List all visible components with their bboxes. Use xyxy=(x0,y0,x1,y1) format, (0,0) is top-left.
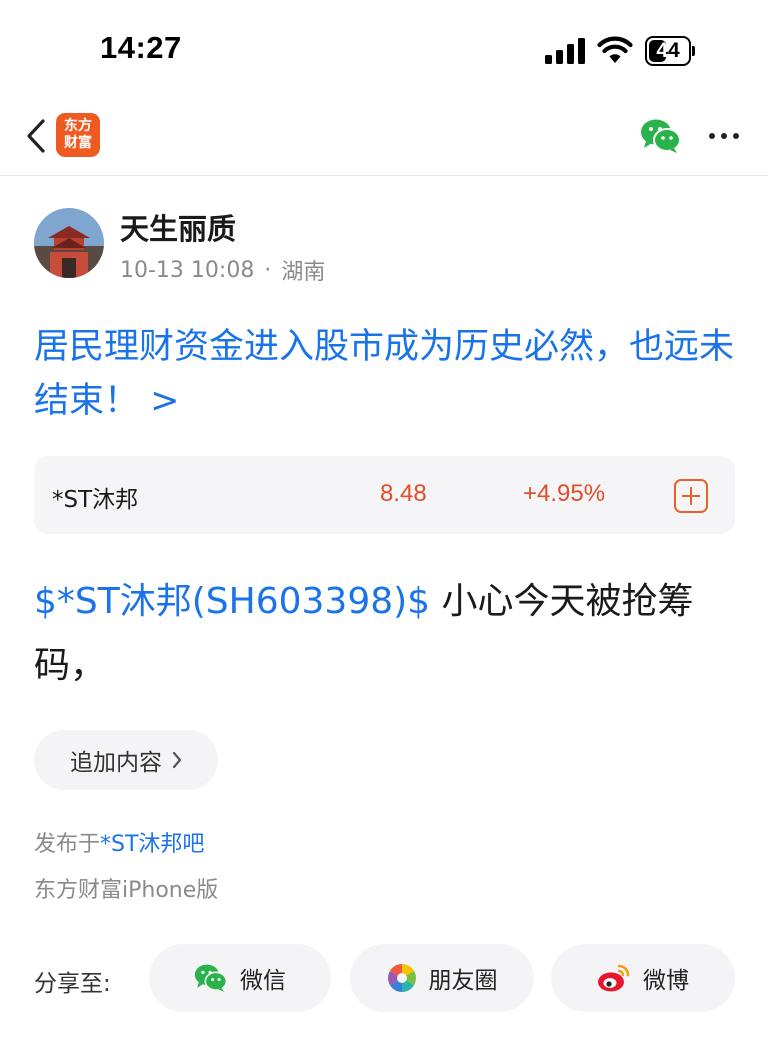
post-title-link[interactable]: 居民理财资金进入股市成为历史必然，也远未结束！ > xyxy=(34,320,740,428)
post-detail-screen: 14:27 44 东方 财富 天生丽质 10-13 10:08 · 湖南 居民理… xyxy=(0,0,768,1052)
published-prefix: 发布于 xyxy=(34,832,101,857)
chevron-right-icon xyxy=(172,751,182,769)
more-options-button[interactable] xyxy=(702,122,746,150)
wifi-icon xyxy=(597,36,633,63)
meta-separator: · xyxy=(264,257,272,283)
author-avatar[interactable] xyxy=(34,208,104,278)
share-wechat-button[interactable]: 微信 xyxy=(149,944,331,1012)
share-weibo-label: 微博 xyxy=(643,968,689,994)
stock-quote-card[interactable]: *ST沐邦 8.48 +4.95% xyxy=(34,456,735,534)
stock-name: *ST沐邦 xyxy=(52,487,139,513)
share-weibo-button[interactable]: 微博 xyxy=(551,944,735,1012)
weibo-icon xyxy=(598,964,630,992)
chevron-left-icon xyxy=(27,119,45,153)
battery-icon: 44 xyxy=(645,36,695,66)
published-in: 发布于*ST沐邦吧 xyxy=(34,826,204,858)
share-moments-label: 朋友圈 xyxy=(428,968,498,994)
author-name[interactable]: 天生丽质 xyxy=(120,206,236,248)
append-content-label: 追加内容 xyxy=(70,750,162,776)
stock-price: 8.48 xyxy=(380,480,427,507)
share-wechat-label: 微信 xyxy=(240,968,286,994)
stock-change-percent: +4.95% xyxy=(523,480,606,507)
more-dot-icon xyxy=(721,133,727,139)
share-moments-button[interactable]: 朋友圈 xyxy=(350,944,534,1012)
append-content-button[interactable]: 追加内容 xyxy=(34,730,218,790)
battery-level: 44 xyxy=(656,39,680,62)
app-logo[interactable]: 东方 财富 xyxy=(56,113,100,157)
status-bar: 14:27 44 xyxy=(0,0,768,100)
logo-text-top: 东方 xyxy=(64,118,92,134)
client-source: 东方财富iPhone版 xyxy=(34,878,219,903)
more-dot-icon xyxy=(733,133,739,139)
wechat-icon xyxy=(194,964,228,992)
share-label: 分享至: xyxy=(34,971,111,997)
nav-bar: 东方 财富 xyxy=(0,100,768,176)
back-button[interactable] xyxy=(18,114,54,158)
add-to-watchlist-button[interactable] xyxy=(674,479,708,513)
post-location: 湖南 xyxy=(281,260,326,285)
post-meta: 10-13 10:08 · 湖南 xyxy=(120,254,325,286)
stock-mention-link[interactable]: $*ST沐邦(SH603398)$ xyxy=(34,581,430,622)
moments-aperture-icon xyxy=(387,964,416,992)
more-dot-icon xyxy=(709,133,715,139)
status-time: 14:27 xyxy=(100,30,182,65)
wechat-icon[interactable] xyxy=(640,118,682,154)
logo-text-bottom: 财富 xyxy=(64,135,92,151)
cellular-signal-icon xyxy=(545,38,585,64)
stock-bar-link[interactable]: *ST沐邦吧 xyxy=(100,832,204,857)
post-body: $*ST沐邦(SH603398)$ 小心今天被抢筹码， xyxy=(34,570,740,698)
post-timestamp: 10-13 10:08 xyxy=(120,257,255,283)
